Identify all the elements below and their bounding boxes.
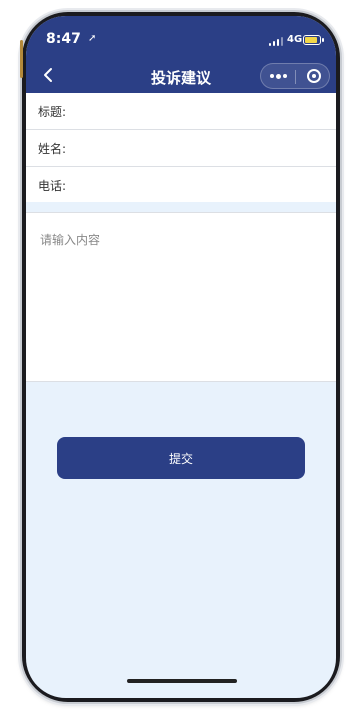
miniprogram-capsule bbox=[260, 63, 330, 89]
app-header: 8:47 ➚ 4G 投诉建议 bbox=[26, 16, 336, 93]
network-type: 4G bbox=[287, 34, 303, 45]
phone-input[interactable] bbox=[74, 173, 324, 197]
name-label: 姓名: bbox=[38, 142, 67, 156]
phone-side-button bbox=[20, 40, 23, 78]
phone-row: 电话: bbox=[26, 167, 336, 204]
screen: 8:47 ➚ 4G 投诉建议 标题: 姓名: 电话: 请输入内容 提交 bbox=[26, 16, 336, 698]
name-input[interactable] bbox=[74, 136, 324, 160]
title-input[interactable] bbox=[74, 99, 324, 123]
status-time: 8:47 bbox=[46, 31, 81, 47]
complaint-form: 标题: 姓名: 电话: bbox=[26, 93, 336, 204]
more-dots-icon[interactable] bbox=[270, 73, 288, 80]
cellular-signal-icon bbox=[269, 36, 283, 46]
title-label: 标题: bbox=[38, 105, 67, 119]
submit-button[interactable]: 提交 bbox=[57, 437, 305, 479]
location-arrow-icon: ➚ bbox=[88, 33, 97, 44]
home-indicator bbox=[127, 679, 237, 683]
phone-label: 电话: bbox=[38, 179, 67, 193]
battery-icon bbox=[303, 35, 321, 45]
name-row: 姓名: bbox=[26, 130, 336, 167]
capsule-divider bbox=[295, 70, 296, 84]
target-circle-icon[interactable] bbox=[307, 69, 321, 83]
content-box bbox=[26, 212, 336, 382]
title-row: 标题: bbox=[26, 93, 336, 130]
content-textarea[interactable] bbox=[40, 231, 320, 371]
battery-cap bbox=[322, 38, 324, 42]
section-gap bbox=[26, 202, 336, 212]
status-bar: 8:47 ➚ 4G bbox=[26, 16, 336, 60]
